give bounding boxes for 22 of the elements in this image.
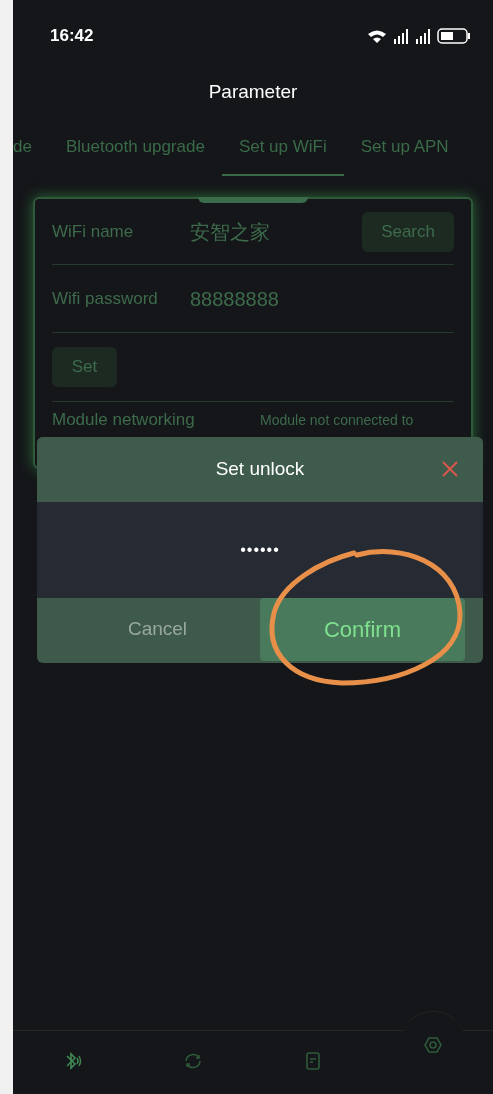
tab[interactable]: de (13, 134, 49, 176)
field-label: WiFi name (52, 220, 135, 243)
tab[interactable]: Set up APN (343, 134, 466, 176)
field-label: Module networking (52, 409, 196, 431)
close-icon[interactable] (442, 461, 458, 477)
tab[interactable]: Bluetooth upgrade (48, 134, 222, 176)
set-button[interactable]: Set (52, 347, 117, 387)
status-text: Module not connected to (260, 411, 414, 430)
wifi-name-value[interactable]: 安智之家 (190, 216, 363, 247)
password-field[interactable]: •••••• (240, 538, 280, 562)
password-value[interactable]: 88888888 (190, 283, 279, 314)
dialog-title: Set unlock (215, 457, 305, 482)
tab[interactable]: Set up WiFi (221, 134, 344, 176)
signal-icon (393, 28, 409, 44)
page-title: Parameter (208, 79, 298, 104)
battery-icon (437, 28, 471, 44)
field-label: Wifi password (52, 287, 159, 310)
signal-icon (415, 28, 431, 44)
search-button[interactable]: Search (362, 211, 454, 252)
status-time: 16:42 (50, 25, 94, 48)
wifi-icon (367, 29, 387, 43)
confirm-button[interactable]: Confirm (260, 598, 465, 661)
